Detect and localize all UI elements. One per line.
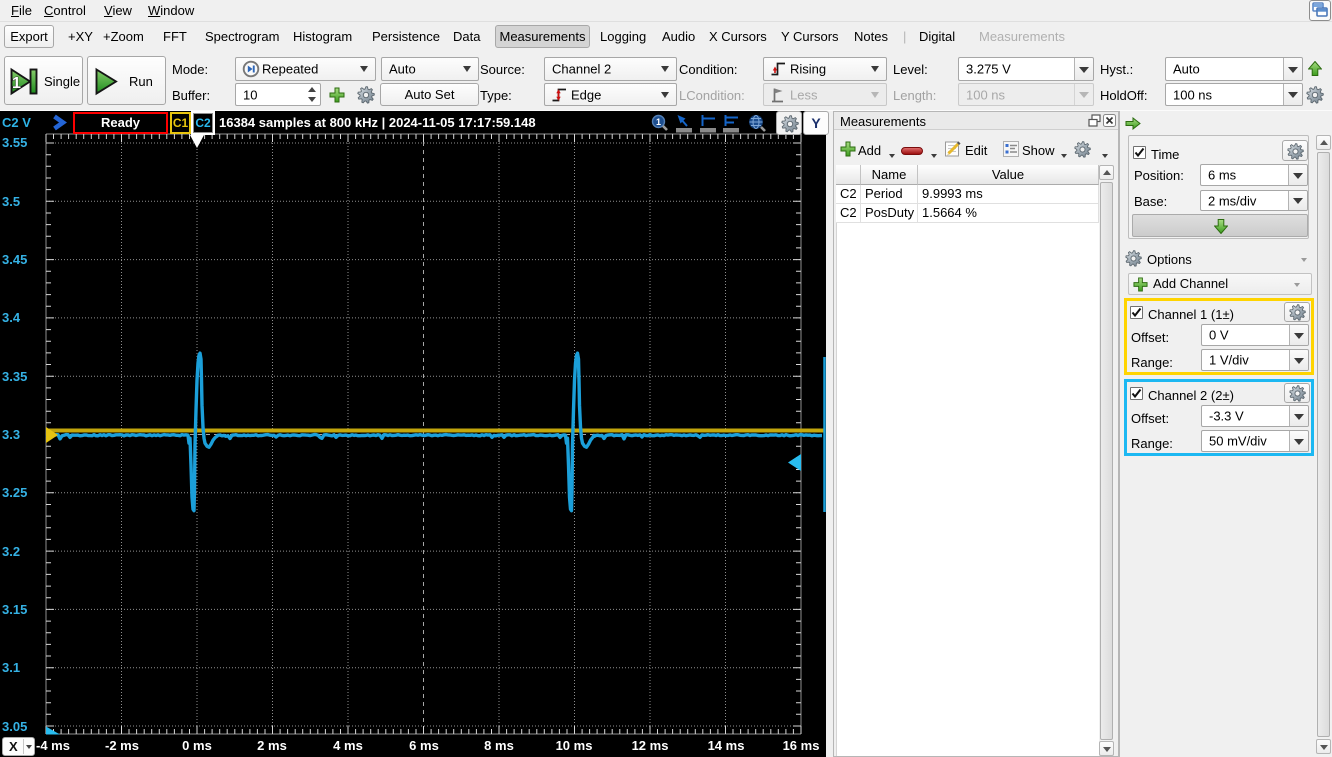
svg-text:6 ms: 6 ms	[409, 738, 439, 753]
svg-text:3.35: 3.35	[2, 369, 27, 384]
svg-text:3.4: 3.4	[2, 310, 21, 325]
svg-text:1: 1	[12, 75, 21, 92]
svg-text:2 ms: 2 ms	[257, 738, 287, 753]
svg-text:12 ms: 12 ms	[632, 738, 669, 753]
svg-text:3.5: 3.5	[2, 194, 20, 209]
svg-text:0 ms: 0 ms	[182, 738, 212, 753]
svg-text:4 ms: 4 ms	[333, 738, 363, 753]
svg-text:3.1: 3.1	[2, 660, 20, 675]
svg-text:1: 1	[656, 117, 661, 127]
svg-text:8 ms: 8 ms	[484, 738, 514, 753]
svg-text:3.55: 3.55	[2, 135, 27, 150]
svg-text:3.45: 3.45	[2, 252, 27, 267]
svg-text:10 ms: 10 ms	[556, 738, 593, 753]
svg-text:14 ms: 14 ms	[708, 738, 745, 753]
svg-text:3.05: 3.05	[2, 719, 27, 734]
svg-text:3.3: 3.3	[2, 427, 20, 442]
svg-text:-2 ms: -2 ms	[105, 738, 139, 753]
svg-text:3.25: 3.25	[2, 485, 27, 500]
svg-text:16 ms: 16 ms	[783, 738, 820, 753]
svg-text:3.15: 3.15	[2, 602, 27, 617]
svg-text:3.2: 3.2	[2, 544, 20, 559]
svg-text:-4 ms: -4 ms	[36, 738, 70, 753]
